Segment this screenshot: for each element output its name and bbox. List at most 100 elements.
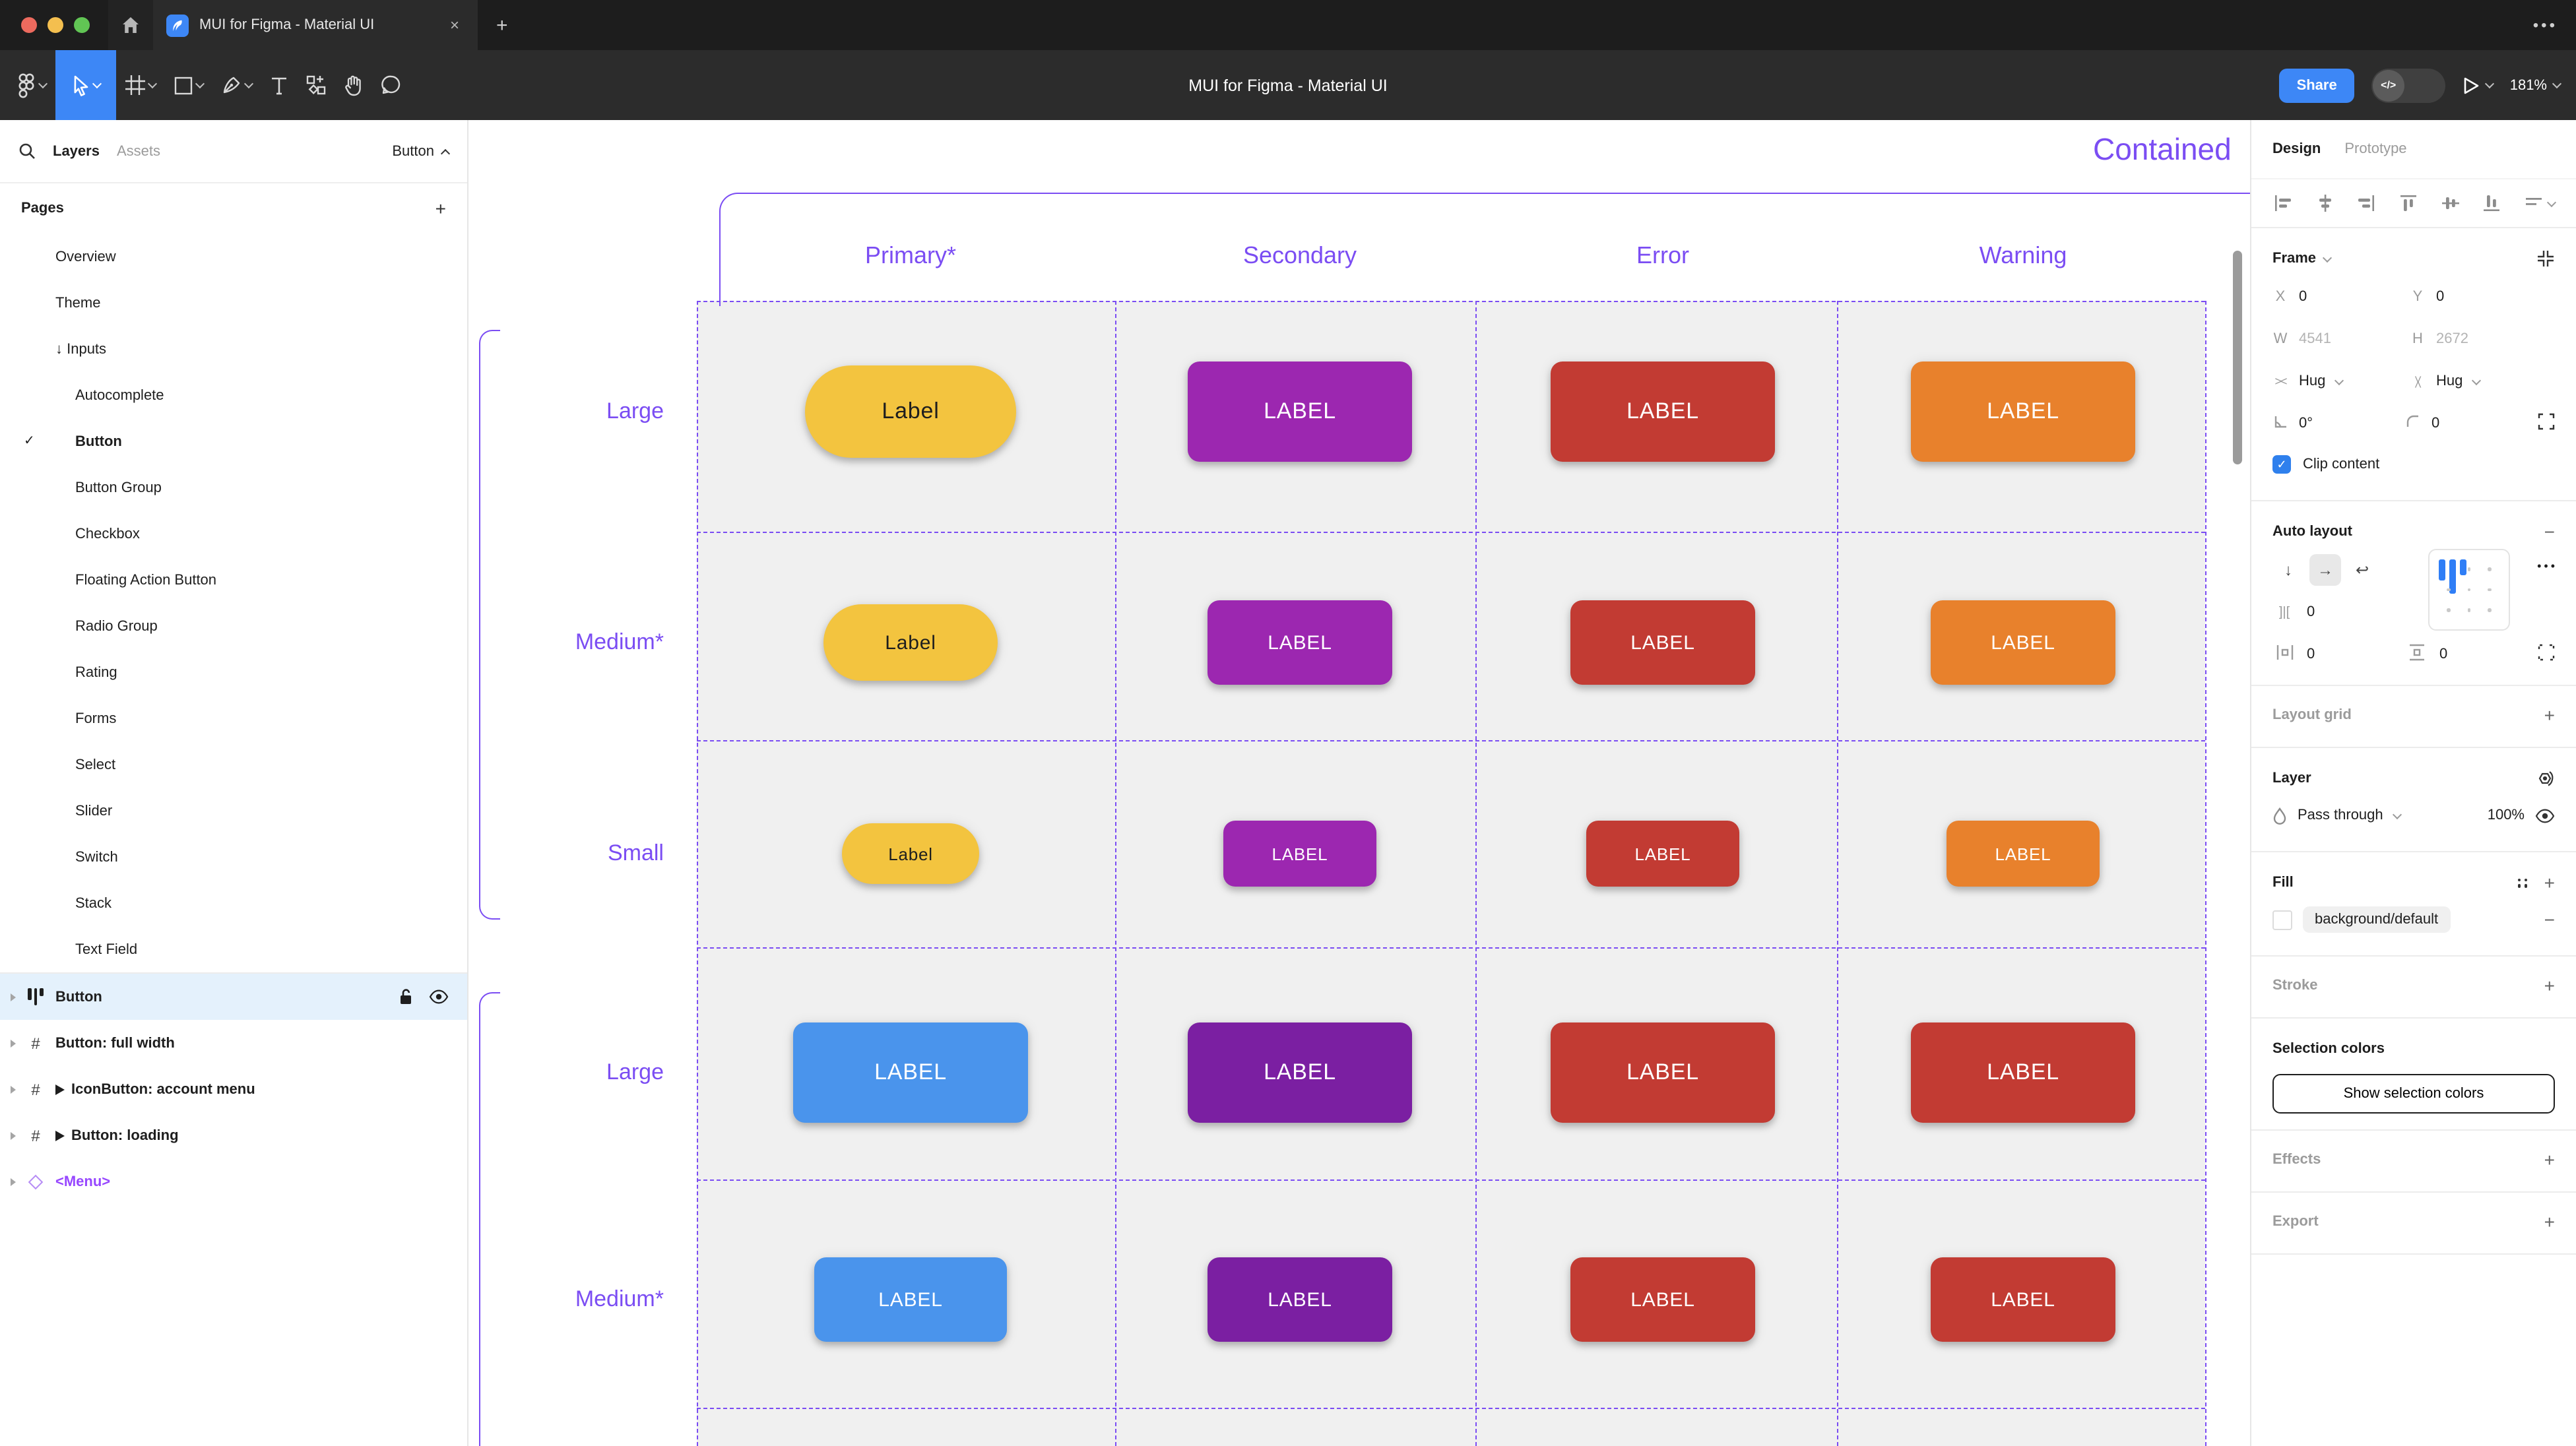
add-fill-button[interactable]: + (2544, 872, 2555, 893)
horizontal-padding-field[interactable]: 0 (2272, 645, 2405, 664)
align-horizontal-center-icon[interactable] (2314, 193, 2335, 214)
mui-button-label[interactable]: LABEL (1208, 600, 1392, 685)
tab-assets[interactable]: Assets (117, 143, 160, 159)
clip-content-checkbox[interactable]: ✓ Clip content (2272, 445, 2555, 484)
align-right-icon[interactable] (2356, 193, 2377, 214)
layer-row[interactable]: Button (0, 974, 467, 1020)
mui-button-label[interactable]: LABEL (793, 1022, 1028, 1123)
layer-row[interactable]: #Button: full width (0, 1020, 467, 1066)
mui-button-label[interactable]: LABEL (1188, 362, 1412, 462)
sidebar-page-item[interactable]: Switch (0, 834, 467, 880)
current-page-selector[interactable]: Button (392, 143, 449, 159)
frame-tool-button[interactable] (116, 50, 165, 120)
expand-caret-icon[interactable] (11, 1085, 16, 1093)
sidebar-page-item[interactable]: Autocomplete (0, 372, 467, 418)
search-icon[interactable] (18, 142, 36, 160)
mui-button-label[interactable]: LABEL (1223, 821, 1376, 887)
corner-radius-field[interactable]: 0 (2405, 414, 2538, 433)
fill-color-swatch[interactable] (2272, 910, 2292, 929)
mui-button-label[interactable]: LABEL (814, 1257, 1007, 1342)
mui-button-label[interactable]: LABEL (1570, 600, 1755, 685)
mui-button-label[interactable]: LABEL (1947, 821, 2100, 887)
show-selection-colors-button[interactable]: Show selection colors (2272, 1074, 2555, 1114)
tab-layers[interactable]: Layers (53, 143, 100, 159)
remove-fill-button[interactable]: − (2544, 909, 2555, 930)
tab-close-button[interactable]: × (445, 13, 465, 37)
mui-button-label[interactable]: LABEL (1911, 362, 2135, 462)
align-vertical-center-icon[interactable] (2439, 193, 2461, 214)
mui-button-label[interactable]: Label (805, 365, 1016, 458)
layer-row[interactable]: #IconButton: account menu (0, 1066, 467, 1112)
sidebar-page-item[interactable]: ✓Button (0, 418, 467, 464)
expand-caret-icon[interactable] (11, 993, 16, 1001)
canvas[interactable]: ContainedPrimary*SecondaryErrorWarningLa… (468, 120, 2250, 1446)
opacity-value[interactable]: 100% (2488, 807, 2525, 823)
zoom-menu[interactable]: 181% (2510, 77, 2560, 93)
add-stroke-button[interactable]: + (2544, 975, 2555, 996)
sidebar-page-item[interactable]: Floating Action Button (0, 557, 467, 603)
align-left-icon[interactable] (2272, 193, 2294, 214)
distribute-menu-button[interactable] (2523, 193, 2555, 214)
sidebar-page-item[interactable]: Stack (0, 880, 467, 926)
mui-button-label[interactable]: LABEL (1551, 362, 1775, 462)
minimize-window-button[interactable] (48, 17, 63, 33)
fill-style-chip[interactable]: background/default (2303, 906, 2450, 933)
close-window-button[interactable] (21, 17, 37, 33)
x-position-field[interactable]: X0 (2272, 289, 2410, 305)
eye-icon[interactable] (429, 990, 449, 1004)
independent-padding-icon[interactable] (2538, 644, 2555, 661)
rotation-field[interactable]: 0° (2272, 414, 2405, 433)
gap-field[interactable]: ]|[ 0 (2272, 604, 2410, 620)
tab-overflow-menu-icon[interactable]: ••• (2533, 16, 2558, 34)
present-button[interactable] (2463, 76, 2493, 94)
align-bottom-icon[interactable] (2482, 193, 2503, 214)
align-top-icon[interactable] (2398, 193, 2419, 214)
frame-section-title[interactable]: Frame (2272, 251, 2316, 267)
horizontal-resizing-select[interactable]: ><Hug (2272, 373, 2410, 389)
visibility-eye-icon[interactable] (2535, 808, 2555, 823)
sidebar-page-item[interactable]: Rating (0, 649, 467, 695)
dev-mode-toggle[interactable]: </> (2371, 68, 2445, 102)
auto-layout-wrap-button[interactable]: ↩ (2346, 554, 2378, 586)
mui-button-label[interactable]: Label (842, 823, 979, 884)
move-tool-button[interactable] (55, 50, 116, 120)
browser-tab[interactable]: MUI for Figma - Material UI × (153, 0, 478, 50)
comment-tool-button[interactable] (372, 50, 410, 120)
sidebar-page-item[interactable]: Radio Group (0, 603, 467, 649)
mui-button-label[interactable]: LABEL (1931, 600, 2115, 685)
blend-mode-icon[interactable] (2535, 769, 2555, 788)
add-effect-button[interactable]: + (2544, 1149, 2555, 1170)
layer-row[interactable]: #Button: loading (0, 1112, 467, 1158)
mui-button-label[interactable]: LABEL (1586, 821, 1739, 887)
layer-row[interactable]: <Menu> (0, 1158, 467, 1205)
add-page-button[interactable]: + (435, 198, 446, 219)
collapse-panel-icon[interactable] (2536, 249, 2555, 268)
mui-button-label[interactable]: LABEL (1208, 1257, 1392, 1342)
unlock-icon[interactable] (399, 988, 413, 1005)
vertical-resizing-select[interactable]: ><Hug (2410, 373, 2547, 389)
independent-corners-icon[interactable] (2538, 413, 2555, 430)
browser-home-button[interactable] (108, 0, 153, 50)
sidebar-page-item[interactable]: Overview (0, 234, 467, 280)
tab-design[interactable]: Design (2272, 141, 2321, 157)
shape-tool-button[interactable] (165, 50, 212, 120)
sidebar-page-item[interactable]: Theme (0, 280, 467, 326)
y-position-field[interactable]: Y0 (2410, 289, 2547, 305)
sidebar-page-item[interactable]: Checkbox (0, 511, 467, 557)
expand-caret-icon[interactable] (11, 1178, 16, 1185)
mui-button-label[interactable]: LABEL (1911, 1022, 2135, 1123)
width-field[interactable]: W4541 (2272, 331, 2410, 347)
sidebar-page-item[interactable]: ↓ Inputs (0, 326, 467, 372)
resources-tool-button[interactable] (297, 50, 335, 120)
mui-button-label[interactable]: LABEL (1931, 1257, 2115, 1342)
auto-layout-alignment-grid[interactable] (2428, 549, 2510, 631)
vertical-padding-field[interactable]: 0 (2405, 644, 2538, 665)
tab-prototype[interactable]: Prototype (2344, 141, 2406, 157)
add-export-button[interactable]: + (2544, 1211, 2555, 1232)
expand-caret-icon[interactable] (11, 1039, 16, 1047)
mui-button-label[interactable]: LABEL (1570, 1257, 1755, 1342)
expand-caret-icon[interactable] (11, 1131, 16, 1139)
auto-layout-vertical-button[interactable]: ↓ (2272, 554, 2304, 586)
sidebar-page-item[interactable]: Select (0, 741, 467, 788)
sidebar-page-item[interactable]: Slider (0, 788, 467, 834)
